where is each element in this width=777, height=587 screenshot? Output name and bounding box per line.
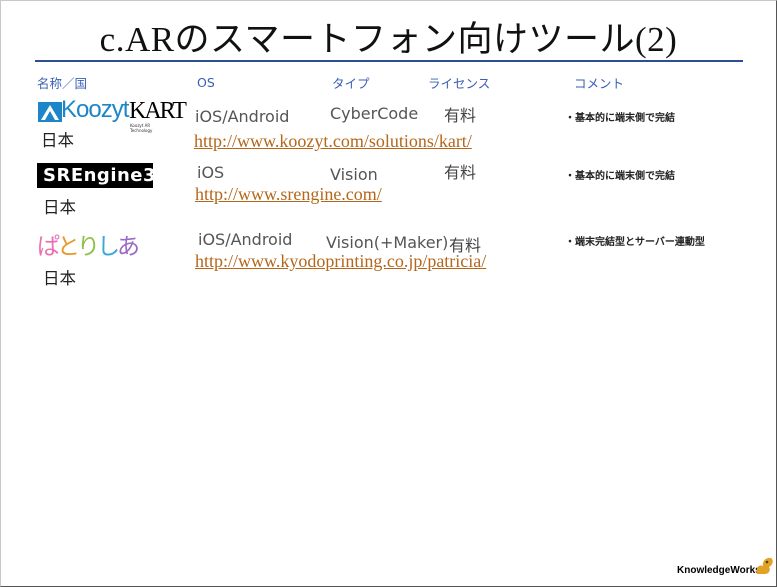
row-country: 日本 [43, 198, 76, 217]
header-os: OS [197, 75, 215, 90]
patricia-logo-letter: し [97, 234, 120, 260]
srengine-brand: SREngine3 [43, 165, 157, 186]
patricia-logo: ぱとりしあ [37, 230, 140, 264]
header-type: タイプ [332, 76, 370, 91]
patricia-logo-letter: と [57, 234, 80, 260]
row-type: CyberCode [330, 104, 419, 123]
kart-product: KART [129, 98, 187, 124]
koozyt-mark-icon [38, 102, 62, 122]
patricia-logo-letter: り [77, 234, 100, 260]
slide-title: c.ARのスマートフォン向けツール(2) [99, 20, 678, 59]
row-type: Vision(+Maker) [326, 233, 449, 252]
squirrel-logo-icon [753, 554, 775, 576]
header-name-country: 名称／国 [37, 76, 88, 91]
title-underline [35, 60, 743, 62]
row-country: 日本 [43, 269, 76, 288]
slide: c.ARのスマートフォン向けツール(2) 名称／国 OS タイプ ライセンス コ… [0, 0, 777, 587]
kart-tagline: Koozyt AR Technology [130, 123, 153, 133]
row-country: 日本 [41, 131, 74, 150]
koozyt-brand: Koozyt [61, 96, 129, 123]
header-license: ライセンス [428, 76, 491, 91]
patricia-brand: ぱとりしあ [37, 234, 140, 260]
row-os: iOS/Android [198, 230, 293, 249]
footer-brand-logo: KnowledgeWorks [677, 565, 761, 576]
row-url-link[interactable]: http://www.kyodoprinting.co.jp/patricia/ [195, 251, 486, 272]
row-os: iOS [197, 163, 225, 182]
row-license: 有料 [444, 163, 477, 182]
row-comment: ・基本的に端末側で完結 [565, 171, 675, 182]
patricia-logo-letter: あ [117, 234, 140, 260]
row-os: iOS/Android [195, 107, 290, 126]
row-comment: ・基本的に端末側で完結 [565, 113, 675, 124]
row-url-link[interactable]: http://www.koozyt.com/solutions/kart/ [194, 131, 472, 152]
row-type: Vision [330, 165, 378, 184]
header-comment: コメント [574, 76, 625, 91]
row-url-link[interactable]: http://www.srengine.com/ [195, 184, 382, 205]
row-license: 有料 [444, 106, 477, 125]
patricia-logo-letter: ぱ [37, 234, 60, 260]
row-comment: ・端末完結型とサーバー連動型 [565, 237, 705, 248]
